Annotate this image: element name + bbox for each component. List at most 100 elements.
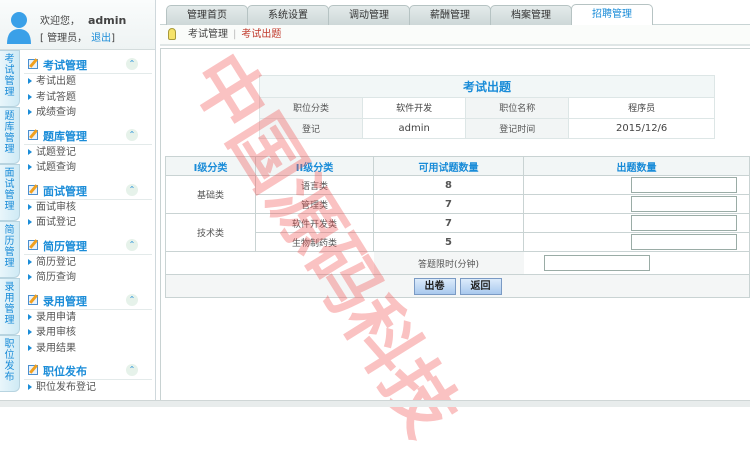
level1-category: 基础类 bbox=[165, 175, 256, 214]
spacer bbox=[165, 251, 374, 275]
level1-category: 技术类 bbox=[165, 213, 256, 252]
user-panel: 欢迎您， admin [ 管理员， 退出] bbox=[0, 0, 155, 50]
tab-1[interactable]: 系统设置 bbox=[247, 5, 329, 25]
menu-item[interactable]: 录用申请 bbox=[24, 310, 152, 326]
menu-group-title: 面试管理 bbox=[43, 184, 87, 198]
menu-item[interactable]: 成绩查询 bbox=[24, 105, 152, 121]
vertical-tabs: 考试管理 题库管理 面试管理 简历管理 录用管理 职位发布 bbox=[0, 50, 22, 392]
edit-icon bbox=[28, 239, 38, 250]
question-count-table: I级分类 II级分类 可用试题数量 出题数量 基础类 语言类 8 管理类 7 技术类 软件开发类 7… bbox=[165, 156, 750, 298]
level2-category: 语言类 bbox=[255, 175, 374, 195]
tab-4[interactable]: 档案管理 bbox=[490, 5, 572, 25]
username: admin bbox=[88, 14, 127, 27]
menu-item[interactable]: 职位发布登记 bbox=[24, 380, 152, 396]
edit-icon bbox=[28, 59, 38, 69]
collapse-icon[interactable]: ⌃ bbox=[126, 183, 138, 196]
menu-group-title: 录用管理 bbox=[43, 294, 87, 308]
available-count: 7 bbox=[373, 213, 524, 233]
header-level1: I级分类 bbox=[165, 156, 256, 176]
value-register-time: 2015/12/6 bbox=[568, 117, 715, 139]
menu-group-title: 考试管理 bbox=[43, 59, 87, 72]
table-row: 基础类 语言类 8 bbox=[165, 175, 750, 214]
available-count: 8 bbox=[373, 175, 524, 195]
tab-2[interactable]: 调动管理 bbox=[328, 5, 410, 25]
tab-3[interactable]: 薪酬管理 bbox=[409, 5, 491, 25]
form-title: 考试出题 bbox=[259, 75, 715, 98]
edit-icon bbox=[28, 365, 38, 375]
menu-group-header[interactable]: 简历管理 ⌃ bbox=[24, 235, 152, 255]
top-tabs: 管理首页 系统设置 调动管理 薪酬管理 档案管理 招聘管理 bbox=[160, 3, 750, 25]
menu-item[interactable]: 录用审核 bbox=[24, 325, 152, 341]
breadcrumb-parent[interactable]: 考试管理 bbox=[188, 29, 228, 40]
level2-category: 生物制药类 bbox=[255, 232, 374, 252]
menu-item[interactable]: 录用结果 bbox=[24, 341, 152, 357]
label-job-name: 职位名称 bbox=[465, 97, 570, 119]
menu-item[interactable]: 简历查询 bbox=[24, 270, 152, 286]
menu-group-header[interactable]: 面试管理 ⌃ bbox=[24, 180, 152, 200]
table-row: 技术类 软件开发类 7 bbox=[165, 213, 750, 252]
question-count-input[interactable] bbox=[631, 196, 737, 212]
collapse-icon[interactable]: ⌃ bbox=[126, 364, 138, 376]
vtab-job-post[interactable]: 职位发布 bbox=[0, 335, 20, 392]
menu-group-header[interactable]: 职位发布 ⌃ bbox=[24, 360, 152, 380]
sidebar: 欢迎您， admin [ 管理员， 退出] 考试管理 题库管理 面试管理 简历管理 … bbox=[0, 0, 156, 407]
menu-item[interactable]: 简历登记 bbox=[24, 255, 152, 271]
edit-icon bbox=[28, 184, 38, 195]
question-count-input[interactable] bbox=[631, 215, 737, 231]
menu-item[interactable]: 面试审核 bbox=[24, 200, 152, 216]
menu-item[interactable]: 考试答题 bbox=[24, 90, 152, 106]
value-job-name: 程序员 bbox=[568, 97, 715, 119]
menu-item[interactable]: 考试出题 bbox=[24, 74, 152, 90]
vtab-resume[interactable]: 简历管理 bbox=[0, 221, 20, 278]
breadcrumb-current: 考试出题 bbox=[241, 29, 282, 40]
menu-item[interactable]: 试题登记 bbox=[24, 145, 152, 161]
collapse-icon[interactable]: ⌃ bbox=[126, 293, 138, 306]
menu-group-title: 题库管理 bbox=[43, 129, 87, 143]
value-job-category: 软件开发 bbox=[362, 97, 467, 119]
welcome-text: 欢迎您， bbox=[40, 16, 80, 27]
status-bar bbox=[0, 400, 750, 407]
edit-icon bbox=[28, 294, 38, 305]
menu-group-title: 简历管理 bbox=[43, 239, 87, 253]
time-limit-label: 答题限时(分钟) bbox=[373, 251, 524, 275]
value-registrant: admin bbox=[362, 117, 467, 139]
vtab-question-bank[interactable]: 题库管理 bbox=[0, 107, 20, 164]
menu-item[interactable]: 面试登记 bbox=[24, 215, 152, 231]
menu-group-header[interactable]: 考试管理 ⌃ bbox=[24, 54, 152, 74]
header-level2: II级分类 bbox=[255, 156, 374, 176]
tab-0[interactable]: 管理首页 bbox=[166, 5, 248, 25]
question-count-input[interactable] bbox=[631, 234, 737, 250]
level2-category: 管理类 bbox=[255, 194, 374, 214]
menu-group-title: 职位发布 bbox=[43, 365, 87, 378]
label-register-time: 登记时间 bbox=[465, 117, 570, 139]
role-suffix: ] bbox=[111, 33, 115, 44]
vtab-hiring[interactable]: 录用管理 bbox=[0, 278, 20, 335]
available-count: 5 bbox=[373, 232, 524, 252]
available-count: 7 bbox=[373, 194, 524, 214]
level2-category: 软件开发类 bbox=[255, 213, 374, 233]
collapse-icon[interactable]: ⌃ bbox=[126, 128, 138, 141]
logout-link[interactable]: 退出 bbox=[91, 33, 111, 44]
avatar-icon bbox=[7, 12, 31, 44]
menu-group-header[interactable]: 题库管理 ⌃ bbox=[24, 125, 152, 145]
menu-group-header[interactable]: 录用管理 ⌃ bbox=[24, 290, 152, 310]
collapse-icon[interactable]: ⌃ bbox=[126, 238, 138, 251]
role-text: [ 管理员， bbox=[40, 33, 88, 44]
exam-info-table: 考试出题 职位分类 软件开发 职位名称 程序员 登记 admin 登记时间 2015/12/… bbox=[258, 75, 715, 139]
vtab-interview[interactable]: 面试管理 bbox=[0, 164, 20, 221]
header-count: 出题数量 bbox=[523, 156, 750, 176]
collapse-icon[interactable]: ⌃ bbox=[126, 58, 138, 70]
edit-icon bbox=[28, 129, 38, 140]
side-menu: 考试管理 ⌃ 考试出题 考试答题 成绩查询 题库管理 ⌃ 试题登记 试题查询 面试管理 ⌃ 面试审核面… bbox=[24, 50, 152, 396]
label-job-category: 职位分类 bbox=[258, 97, 364, 119]
vtab-exam[interactable]: 考试管理 bbox=[0, 50, 20, 107]
breadcrumb: 考试管理 | 考试出题 bbox=[160, 25, 750, 46]
header-available: 可用试题数量 bbox=[373, 156, 524, 176]
back-button[interactable]: 返回 bbox=[459, 277, 502, 295]
submit-exam-button[interactable]: 出卷 bbox=[413, 277, 456, 295]
time-limit-input[interactable] bbox=[543, 255, 650, 271]
label-registrant: 登记 bbox=[258, 117, 364, 139]
menu-item[interactable]: 试题查询 bbox=[24, 160, 152, 176]
question-count-input[interactable] bbox=[631, 177, 737, 193]
tab-5[interactable]: 招聘管理 bbox=[571, 4, 653, 25]
